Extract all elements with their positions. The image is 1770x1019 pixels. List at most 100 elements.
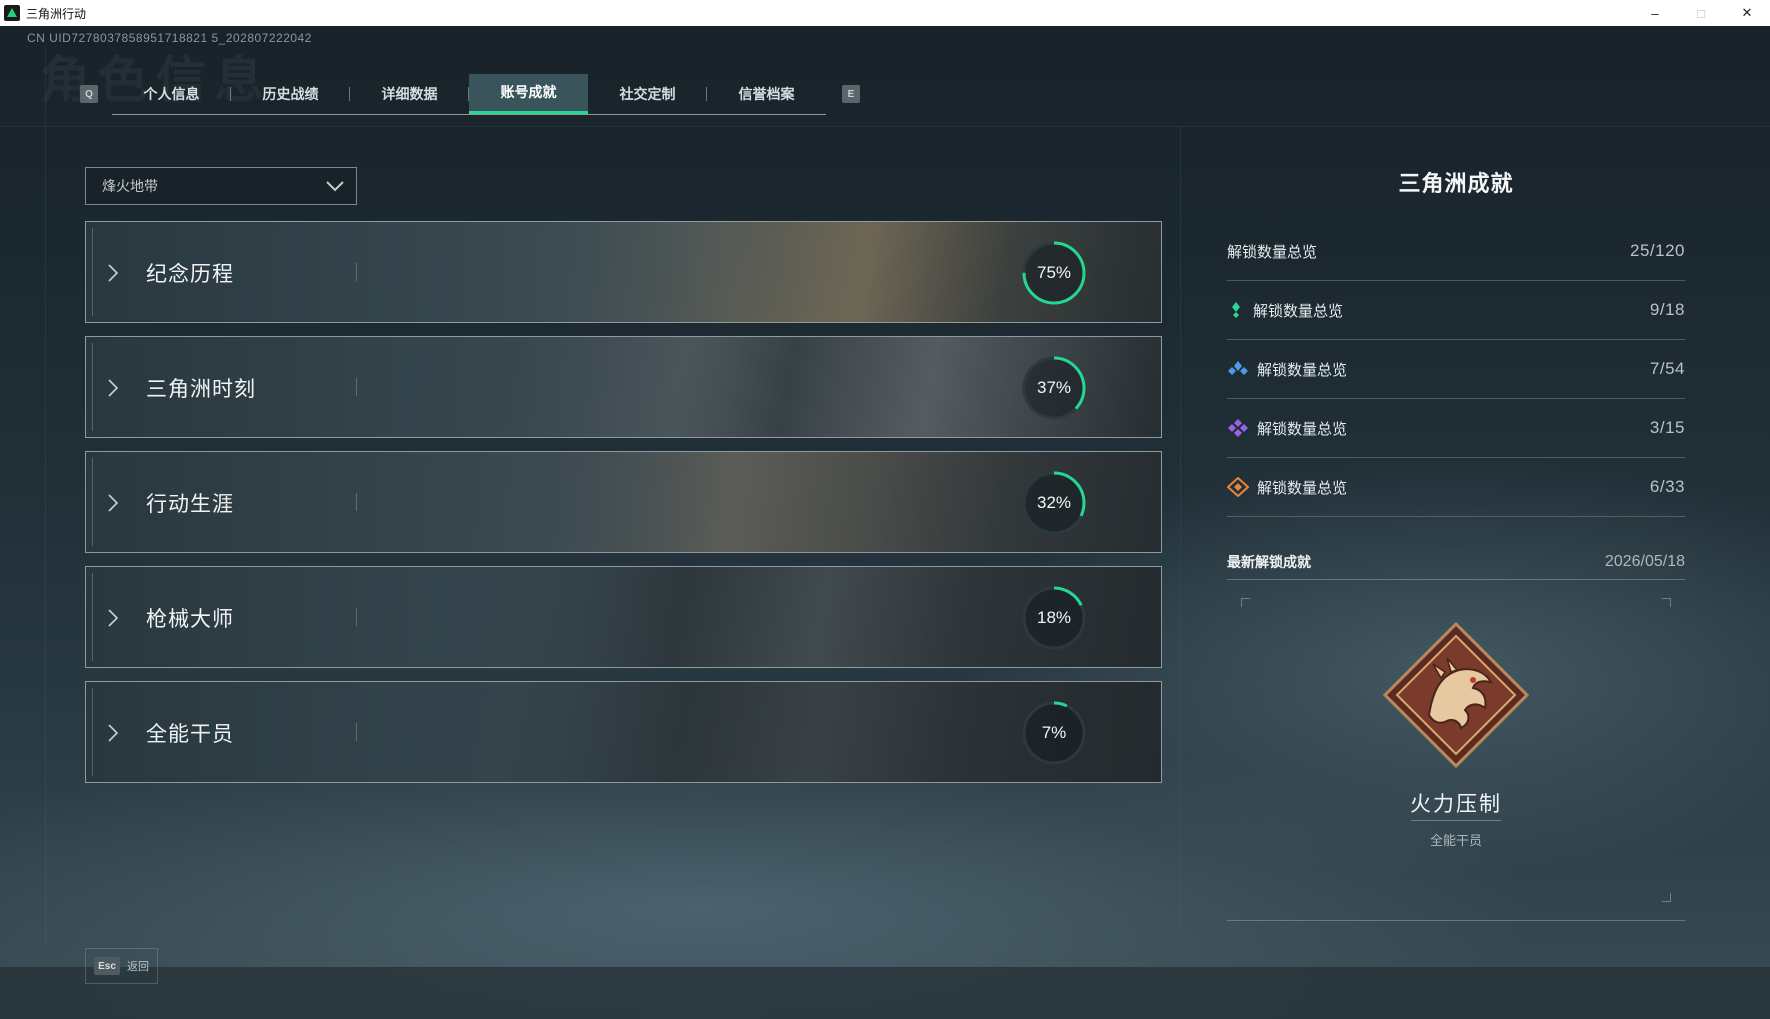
decor-line: [0, 126, 1770, 127]
tab-label: 账号成就: [500, 84, 557, 100]
green-diamond-icon: [1232, 302, 1240, 318]
stat-label: 解锁数量总览: [1257, 420, 1348, 438]
tab-match-history[interactable]: 历史战绩: [231, 74, 350, 114]
dropdown-selected-value: 烽火地带: [102, 178, 158, 194]
stat-label-group: 解锁数量总览: [1227, 359, 1347, 380]
stat-value: 7/54: [1649, 359, 1685, 378]
panel-title: 三角洲成就: [1398, 171, 1514, 196]
latest-unlock-label: 最新解锁成就: [1227, 554, 1311, 570]
player-uid: CN UID7278037858951718821 5_202807222042: [27, 31, 312, 45]
category-card-operation-career[interactable]: 行动生涯 32%: [85, 451, 1162, 553]
stat-value: 9/18: [1649, 300, 1685, 319]
category-card-weapon-master[interactable]: 枪械大师 18%: [85, 566, 1162, 668]
bottom-bar: [0, 967, 1770, 1019]
card-divider: [356, 378, 357, 396]
card-divider: [356, 493, 357, 511]
card-edge-line: [92, 688, 93, 776]
tab-label: 历史战绩: [262, 85, 319, 102]
category-card-memorial[interactable]: 纪念历程 75%: [85, 221, 1162, 323]
tab-reputation-record[interactable]: 信誉档案: [707, 74, 826, 114]
frame-corner: [1662, 598, 1671, 607]
stat-label: 解锁数量总览: [1227, 243, 1318, 261]
stat-label: 解锁数量总览: [1257, 361, 1348, 379]
category-name: 纪念历程: [146, 263, 234, 286]
minimize-button[interactable]: –: [1632, 0, 1678, 26]
next-tab-key-hint[interactable]: E: [842, 85, 860, 103]
card-scrim: [86, 452, 1161, 552]
orange-diamond-icon: [1227, 477, 1249, 497]
category-name: 三角洲时刻: [146, 378, 256, 401]
decor-line: [45, 46, 46, 946]
card-divider: [356, 723, 357, 741]
stat-label: 解锁数量总览: [1253, 302, 1344, 320]
back-button[interactable]: Esc 返回: [85, 948, 158, 984]
progress-percent: 7%: [1041, 723, 1067, 742]
tab-label: 社交定制: [619, 85, 676, 102]
purple-diamond-icon: [1228, 419, 1248, 437]
stat-label-group: 解锁数量总览: [1227, 300, 1343, 321]
card-edge-line: [92, 573, 93, 661]
progress-percent: 75%: [1036, 263, 1072, 282]
stat-value: 3/15: [1649, 418, 1685, 437]
window-titlebar: 三角洲行动 – □ ✕: [0, 0, 1770, 26]
achievement-category-list: 纪念历程 75% 三角洲时刻 37% 行动生涯 32% 枪械大师 18% 全能干…: [85, 221, 1162, 796]
unlock-tier-row-green: 解锁数量总览 9/18: [1227, 281, 1685, 340]
top-tab-bar: Q 个人信息 历史战绩 详细数据 账号成就 社交定制 信誉档案 E: [80, 73, 860, 115]
card-scrim: [86, 682, 1161, 782]
decor-line: [1180, 126, 1181, 926]
chevron-right-icon: [108, 264, 119, 282]
card-edge-line: [92, 458, 93, 546]
progress-percent: 32%: [1036, 493, 1072, 512]
chevron-right-icon: [108, 494, 119, 512]
stat-label-group: 解锁数量总览: [1227, 418, 1347, 439]
frame-corner: [1241, 598, 1250, 607]
game-screen: 角色信息 CN UID7278037858951718821 5_2028072…: [0, 26, 1770, 1019]
category-name: 行动生涯: [146, 493, 234, 516]
app-logo-icon: [4, 5, 20, 21]
tab-detailed-data[interactable]: 详细数据: [350, 74, 469, 114]
dragon-medal-icon: [1382, 621, 1530, 769]
category-card-delta-moments[interactable]: 三角洲时刻 37%: [85, 336, 1162, 438]
card-scrim: [86, 567, 1161, 667]
achievement-category: 全能干员: [1429, 833, 1482, 848]
latest-unlock-header: 最新解锁成就 2026/05/18: [1227, 545, 1685, 580]
maximize-button[interactable]: □: [1678, 0, 1724, 26]
chevron-right-icon: [108, 379, 119, 397]
blue-diamond-icon: [1228, 361, 1248, 375]
chevron-right-icon: [108, 609, 119, 627]
window-controls: – □ ✕: [1632, 0, 1770, 26]
category-name: 全能干员: [146, 723, 234, 746]
game-mode-dropdown[interactable]: 烽火地带: [85, 167, 357, 205]
achievement-name: 火力压制: [1410, 793, 1502, 816]
frame-corner: [1662, 893, 1671, 902]
tab-label: 详细数据: [381, 85, 438, 102]
unlock-total-row: 解锁数量总览 25/120: [1227, 222, 1685, 281]
achievement-summary-panel: 三角洲成就 解锁数量总览 25/120 解锁数量总览 9/18 解锁数量总览 7…: [1227, 166, 1685, 921]
tab-account-achievements[interactable]: 账号成就: [469, 73, 588, 114]
unlock-tier-row-orange: 解锁数量总览 6/33: [1227, 458, 1685, 517]
category-card-all-round-operator[interactable]: 全能干员 7%: [85, 681, 1162, 783]
card-edge-line: [92, 343, 93, 431]
tab-list: 个人信息 历史战绩 详细数据 账号成就 社交定制 信誉档案: [112, 73, 826, 115]
window-title: 三角洲行动: [26, 6, 87, 21]
tab-label: 个人信息: [143, 85, 200, 102]
progress-percent: 37%: [1036, 378, 1072, 397]
category-name: 枪械大师: [146, 608, 234, 631]
card-edge-line: [92, 228, 93, 316]
tab-social-customization[interactable]: 社交定制: [588, 74, 707, 114]
unlock-tier-row-blue: 解锁数量总览 7/54: [1227, 340, 1685, 399]
close-button[interactable]: ✕: [1724, 0, 1770, 26]
stat-label-group: 解锁数量总览: [1227, 477, 1347, 498]
unlock-tier-row-purple: 解锁数量总览 3/15: [1227, 399, 1685, 458]
esc-key-hint: Esc: [94, 957, 120, 975]
tab-personal-info[interactable]: 个人信息: [112, 74, 231, 114]
chevron-down-icon: [326, 181, 344, 192]
prev-tab-key-hint[interactable]: Q: [80, 85, 98, 103]
card-divider: [356, 608, 357, 626]
stat-value: 25/120: [1630, 241, 1685, 260]
latest-achievement-showcase[interactable]: 火力压制 全能干员: [1227, 580, 1685, 921]
back-label: 返回: [127, 961, 149, 973]
progress-percent: 18%: [1036, 608, 1072, 627]
stat-label: 解锁数量总览: [1257, 479, 1348, 497]
tab-label: 信誉档案: [738, 85, 795, 102]
